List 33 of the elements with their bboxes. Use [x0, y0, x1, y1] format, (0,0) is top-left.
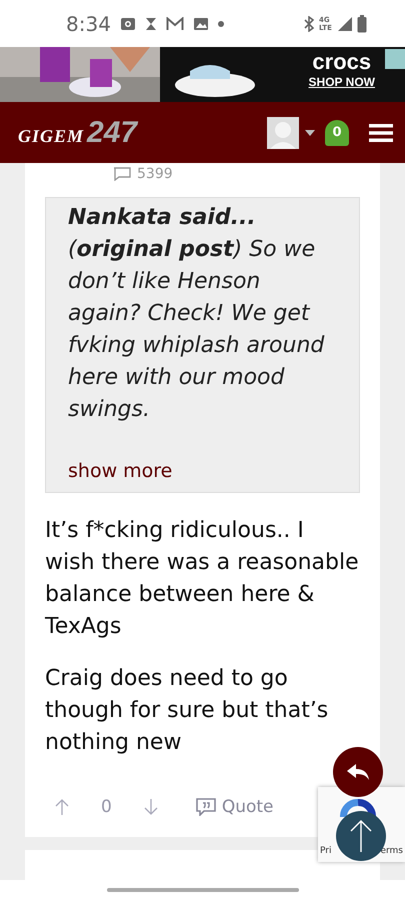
bluetooth-icon — [303, 16, 315, 32]
image-icon — [192, 16, 209, 30]
notification-count: 0 — [332, 125, 342, 140]
arrow-up-icon — [349, 819, 373, 853]
site-logo-text: GIGEM — [18, 126, 84, 146]
shop-now-link[interactable]: SHOP NOW — [308, 75, 375, 89]
caret-icon — [305, 130, 315, 136]
post-text: It’s f*cking ridiculous.. I wish there was a reasonable balance between here & TexAgs — [45, 517, 360, 641]
downvote-icon — [144, 798, 158, 816]
brand-logo: crocs — [312, 49, 372, 75]
mail-icon — [166, 16, 184, 30]
comment-icon — [113, 167, 131, 181]
battery-icon — [357, 14, 367, 32]
gesture-handle[interactable] — [106, 888, 298, 892]
signal-icon — [337, 16, 353, 32]
view-count: 5399 — [137, 165, 173, 183]
post-text: Craig does need to go though for sure but that’s nothing new — [45, 665, 330, 757]
reply-icon — [346, 763, 370, 781]
upvote-icon — [55, 798, 69, 816]
camera-icon — [120, 16, 136, 30]
vote-count: 0 — [101, 797, 112, 817]
hourglass-icon — [144, 16, 157, 30]
quote-text: Nankata said... (original post) So we don’t like Henson again? Check! We get fvking whiplash around here with our mood swings. — [68, 204, 326, 424]
avatar-icon — [267, 116, 299, 148]
privacy-link[interactable]: Pri — [320, 846, 332, 856]
quote-icon — [196, 798, 216, 816]
show-more-link[interactable]: show more — [68, 460, 337, 482]
dot-icon — [218, 20, 224, 26]
site-logo-number: 247 — [87, 116, 138, 150]
terms-link[interactable]: erms — [380, 846, 403, 856]
clock-time: 8:34 — [66, 12, 111, 36]
recaptcha-icon — [340, 799, 376, 817]
menu-icon — [369, 122, 393, 142]
